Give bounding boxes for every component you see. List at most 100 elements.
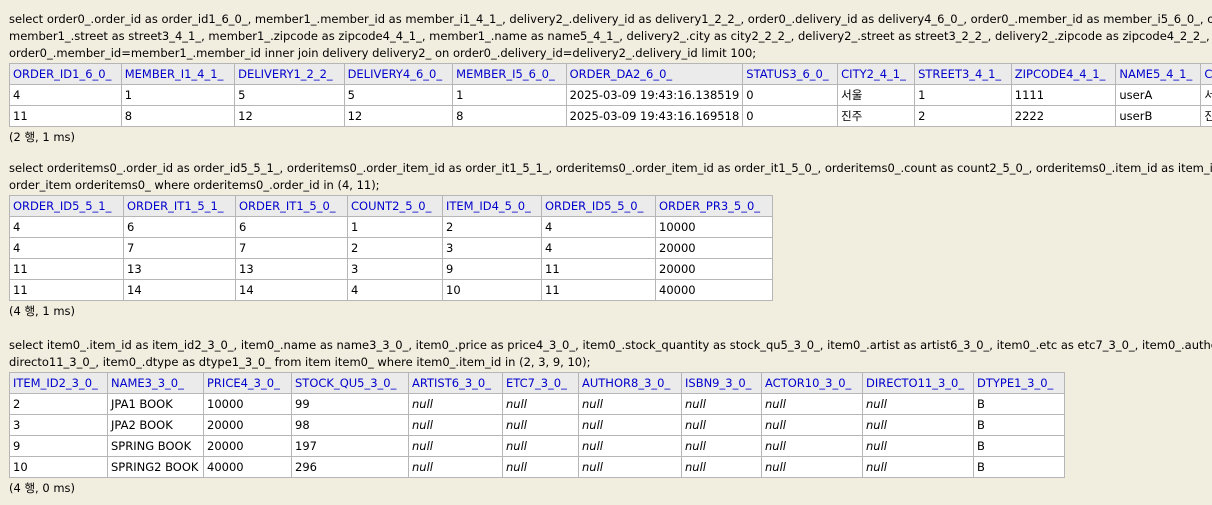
- table-cell-null: null: [761, 393, 863, 415]
- table-cell-null: null: [681, 393, 762, 415]
- table-cell: 1111: [1010, 84, 1117, 106]
- header-row: ITEM_ID2_3_0_ NAME3_3_0_ PRICE4_3_0_ STO…: [9, 372, 1065, 394]
- table-cell: 1: [914, 84, 1012, 106]
- table-cell: 20000: [655, 258, 773, 280]
- table-row: 4 6 6 1 2 4 10000: [9, 216, 773, 238]
- table-cell-null: null: [862, 393, 974, 415]
- column-header[interactable]: NAME5_4_1_: [1115, 63, 1202, 85]
- table-cell: 296: [291, 456, 409, 478]
- table-cell: userA: [1115, 84, 1202, 106]
- table-cell: 11: [541, 258, 656, 280]
- column-header[interactable]: STOCK_QU5_3_0_: [291, 372, 409, 394]
- table-cell-null: null: [408, 456, 503, 478]
- table-cell: 2025-03-09 19:43:16.169518: [565, 105, 744, 127]
- column-header[interactable]: DIRECTO11_3_0_: [862, 372, 974, 394]
- table-cell: userB: [1115, 105, 1202, 127]
- table-cell: 1: [452, 84, 567, 106]
- column-header[interactable]: C: [1200, 63, 1212, 85]
- table-cell: 12: [343, 105, 454, 127]
- sql-statement: select orderitems0_.order_id as order_id…: [9, 160, 1212, 194]
- column-header[interactable]: ORDER_ID5_5_0_: [541, 195, 656, 217]
- column-header[interactable]: ARTIST6_3_0_: [408, 372, 503, 394]
- sql-line: order0_.member_id=member1_.member_id inn…: [9, 46, 757, 60]
- table-cell: 2: [442, 216, 542, 238]
- column-header[interactable]: ISBN9_3_0_: [681, 372, 762, 394]
- table-cell: 1: [347, 216, 443, 238]
- table-cell-null: null: [761, 435, 863, 457]
- column-header[interactable]: MEMBER_I1_4_1_: [120, 63, 236, 85]
- column-header[interactable]: ITEM_ID2_3_0_: [9, 372, 108, 394]
- column-header[interactable]: DELIVERY1_2_2_: [234, 63, 345, 85]
- column-header[interactable]: ETC7_3_0_: [502, 372, 579, 394]
- column-header[interactable]: NAME3_3_0_: [107, 372, 204, 394]
- table-cell: 3: [9, 414, 108, 436]
- table-cell: 2: [347, 237, 443, 259]
- table-cell-null: null: [761, 456, 863, 478]
- column-header[interactable]: COUNT2_5_0_: [347, 195, 443, 217]
- table-cell: 8: [120, 105, 236, 127]
- table-cell-null: null: [502, 435, 579, 457]
- table-cell: 11: [9, 279, 124, 301]
- column-header[interactable]: CITY2_4_1_: [837, 63, 916, 85]
- table-row: 2 JPA1 BOOK 10000 99 null null null null…: [9, 393, 1065, 415]
- column-header[interactable]: MEMBER_I5_6_0_: [452, 63, 567, 85]
- table-cell-null: null: [862, 435, 974, 457]
- table-row: 11 8 12 12 8 2025-03-09 19:43:16.169518 …: [9, 105, 1212, 127]
- column-header[interactable]: AUTHOR8_3_0_: [578, 372, 682, 394]
- table-cell: 4: [541, 237, 656, 259]
- column-header[interactable]: DELIVERY4_6_0_: [343, 63, 454, 85]
- column-header[interactable]: ACTOR10_3_0_: [761, 372, 863, 394]
- table-cell: 14: [235, 279, 348, 301]
- table-cell: 7: [123, 237, 236, 259]
- table-cell: 0: [742, 105, 839, 127]
- table-cell: 4: [347, 279, 443, 301]
- sql-line: select orderitems0_.order_id as order_id…: [9, 161, 1212, 175]
- result-table: ORDER_ID5_5_1_ ORDER_IT1_5_1_ ORDER_IT1_…: [9, 195, 773, 301]
- table-cell: 9: [442, 258, 542, 280]
- table-cell: 5: [343, 84, 454, 106]
- table-cell-null: null: [578, 456, 682, 478]
- table-cell: 6: [235, 216, 348, 238]
- table-cell-null: null: [502, 393, 579, 415]
- table-cell: 0: [742, 84, 839, 106]
- table-cell: 40000: [655, 279, 773, 301]
- table-cell-null: null: [408, 393, 503, 415]
- table-cell-null: null: [408, 435, 503, 457]
- table-cell-null: null: [761, 414, 863, 436]
- table-cell: 10000: [655, 216, 773, 238]
- table-cell: JPA2 BOOK: [107, 414, 204, 436]
- table-cell: 11: [9, 105, 122, 127]
- table-cell: B: [973, 414, 1065, 436]
- sql-statement: select order0_.order_id as order_id1_6_0…: [9, 11, 1212, 62]
- table-cell: 진: [1200, 105, 1212, 127]
- column-header[interactable]: STATUS3_6_0_: [742, 63, 839, 85]
- column-header[interactable]: STREET3_4_1_: [914, 63, 1012, 85]
- column-header[interactable]: ORDER_IT1_5_0_: [235, 195, 348, 217]
- table-cell: B: [973, 456, 1065, 478]
- table-cell: 서울: [837, 84, 916, 106]
- column-header[interactable]: ORDER_DA2_6_0_: [565, 63, 744, 85]
- column-header[interactable]: ITEM_ID4_5_0_: [442, 195, 542, 217]
- table-cell: 2025-03-09 19:43:16.138519: [565, 84, 744, 106]
- table-cell: 진주: [837, 105, 916, 127]
- column-header[interactable]: ORDER_ID1_6_0_: [9, 63, 122, 85]
- table-cell: 9: [9, 435, 108, 457]
- column-header[interactable]: ZIPCODE4_4_1_: [1010, 63, 1117, 85]
- table-cell: 서: [1200, 84, 1212, 106]
- table-row: 3 JPA2 BOOK 20000 98 null null null null…: [9, 414, 1065, 436]
- table-cell: 4: [9, 216, 124, 238]
- column-header[interactable]: PRICE4_3_0_: [203, 372, 292, 394]
- header-row: ORDER_ID1_6_0_ MEMBER_I1_4_1_ DELIVERY1_…: [9, 63, 1212, 85]
- table-cell-null: null: [408, 414, 503, 436]
- sql-line: select item0_.item_id as item_id2_3_0_, …: [9, 338, 1212, 352]
- result-status: (4 행, 1 ms): [9, 304, 76, 318]
- table-cell: 8: [452, 105, 567, 127]
- column-header[interactable]: ORDER_ID5_5_1_: [9, 195, 124, 217]
- table-cell-null: null: [578, 393, 682, 415]
- column-header[interactable]: ORDER_PR3_5_0_: [655, 195, 773, 217]
- column-header[interactable]: DTYPE1_3_0_: [973, 372, 1065, 394]
- table-cell-null: null: [862, 456, 974, 478]
- result-status: (2 행, 1 ms): [9, 130, 76, 144]
- column-header[interactable]: ORDER_IT1_5_1_: [123, 195, 236, 217]
- table-cell: 40000: [203, 456, 292, 478]
